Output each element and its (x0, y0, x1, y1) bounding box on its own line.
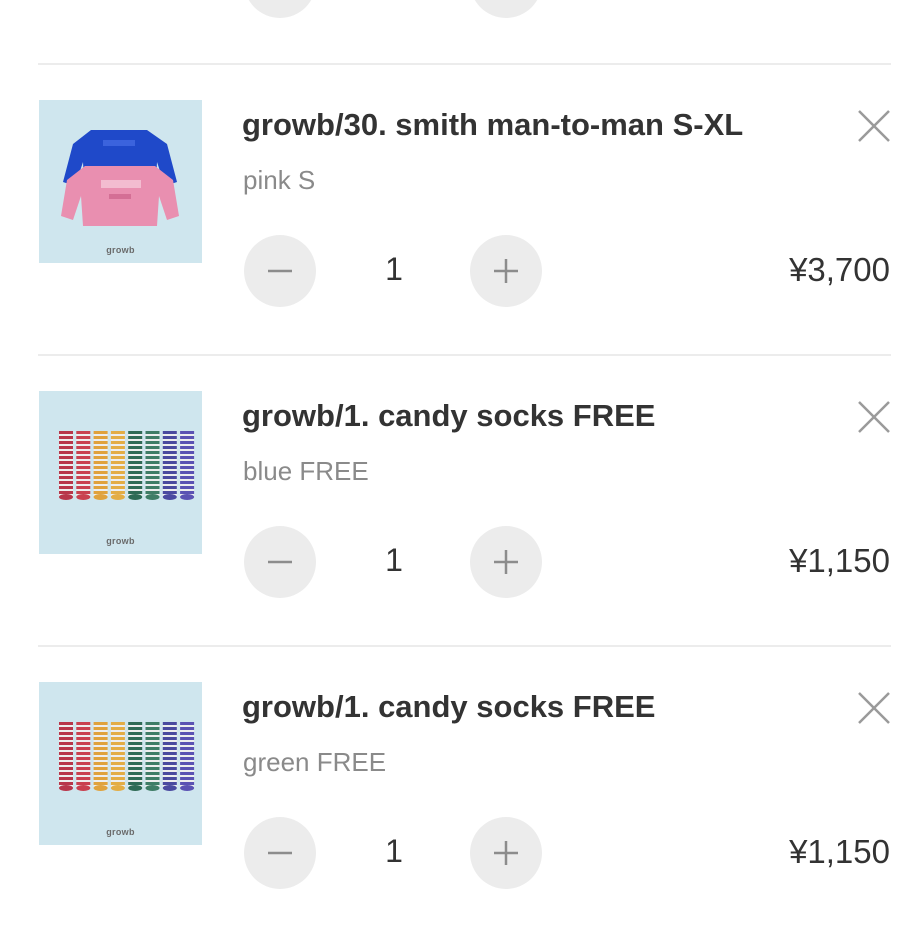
product-thumbnail[interactable]: growb (39, 682, 202, 845)
item-price: ¥1,150 (789, 542, 890, 579)
increase-quantity-button[interactable] (470, 0, 542, 18)
minus-icon (268, 851, 292, 855)
remove-item-button[interactable] (856, 690, 892, 726)
product-variant: blue FREE (243, 456, 369, 486)
plus-icon (494, 550, 518, 574)
remove-item-button[interactable] (856, 399, 892, 435)
quantity-value: 1 (385, 833, 403, 869)
plus-icon (494, 259, 518, 283)
close-icon (858, 110, 890, 142)
product-thumbnail[interactable]: growb (39, 391, 202, 554)
close-icon (858, 401, 890, 433)
quantity-value: 1 (385, 542, 403, 578)
decrease-quantity-button[interactable] (244, 0, 316, 18)
plus-icon (494, 841, 518, 865)
close-icon (858, 692, 890, 724)
product-thumbnail[interactable]: growb (39, 100, 202, 263)
product-name[interactable]: growb/30. smith man-to-man S-XL (242, 107, 743, 143)
minus-icon (268, 269, 292, 273)
decrease-quantity-button[interactable] (244, 526, 316, 598)
remove-item-button[interactable] (856, 108, 892, 144)
product-variant: green FREE (243, 747, 387, 777)
increase-quantity-button[interactable] (470, 526, 542, 598)
decrease-quantity-button[interactable] (244, 235, 316, 307)
product-name[interactable]: growb/1. candy socks FREE (242, 398, 655, 434)
cart-item: growb growb/1. candy socks FREE green FR… (0, 645, 920, 935)
brand-label: growb (106, 245, 135, 255)
item-price: ¥1,150 (789, 833, 890, 870)
sweatshirts-image (61, 130, 179, 226)
brand-label: growb (106, 827, 135, 837)
increase-quantity-button[interactable] (470, 235, 542, 307)
product-name[interactable]: growb/1. candy socks FREE (242, 689, 655, 725)
decrease-quantity-button[interactable] (244, 817, 316, 889)
socks-image (59, 722, 195, 791)
cart-item: growb growb/1. candy socks FREE blue FRE… (0, 354, 920, 644)
brand-label: growb (106, 536, 135, 546)
increase-quantity-button[interactable] (470, 817, 542, 889)
cart-item: growb growb/30. smith man-to-man S-XL pi… (0, 63, 920, 353)
quantity-value: 1 (385, 251, 403, 287)
minus-icon (268, 560, 292, 564)
socks-image (59, 431, 195, 500)
product-variant: pink S (243, 165, 316, 195)
item-price: ¥3,700 (789, 251, 890, 288)
